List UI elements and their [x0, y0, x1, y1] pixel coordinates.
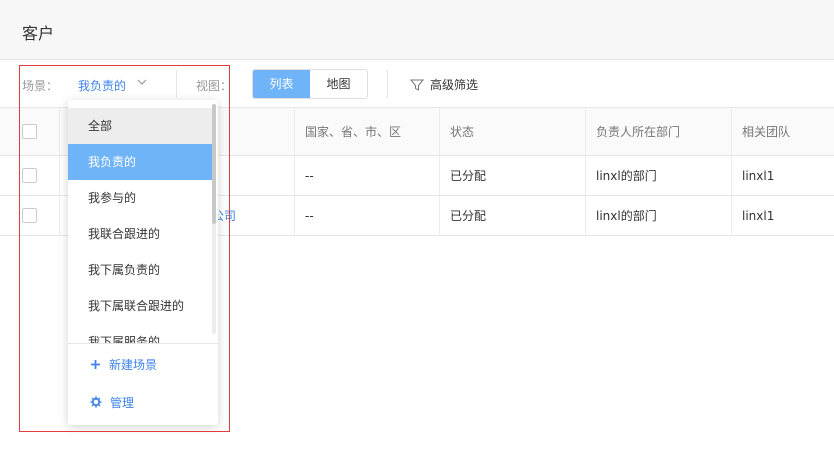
team-cell: linxl1: [742, 208, 775, 223]
divider: [387, 70, 388, 98]
scene-select-value: 我负责的: [78, 79, 127, 93]
filter-icon: [410, 79, 424, 91]
status-cell: 已分配: [440, 156, 586, 195]
scene-option[interactable]: 我联合跟进的: [68, 216, 212, 252]
dept-cell: linxl的部门: [586, 196, 732, 235]
column-header[interactable]: 相关团队: [732, 108, 834, 155]
status-cell: 已分配: [440, 196, 586, 235]
scene-option[interactable]: 我参与的: [68, 180, 212, 216]
row-checkbox-cell: [0, 196, 60, 235]
view-toggle: 列表 地图: [252, 69, 368, 99]
advanced-filter-button[interactable]: 高级筛选: [410, 76, 478, 93]
customer-page: 客户 场景： 我负责的 视图： 列表 地图 高级筛选 国家、省、市、区 状态 负…: [0, 0, 834, 451]
new-scene-label: 新建场景: [109, 357, 158, 372]
new-scene-button[interactable]: 新建场景: [68, 346, 218, 382]
select-all-checkbox[interactable]: [22, 124, 37, 139]
view-map-button[interactable]: 地图: [310, 70, 367, 98]
page-title: 客户: [22, 24, 55, 43]
view-label: 视图：: [196, 79, 233, 93]
scene-option[interactable]: 我下属联合跟进的: [68, 288, 212, 324]
dropdown-scrollbar[interactable]: [212, 104, 216, 334]
scrollbar-thumb[interactable]: [212, 104, 216, 224]
manage-button[interactable]: 管理: [68, 384, 218, 420]
chevron-down-icon: [137, 79, 147, 85]
column-header[interactable]: 国家、省、市、区: [295, 108, 440, 155]
plus-icon: [91, 359, 100, 369]
manage-label: 管理: [110, 395, 135, 410]
row-checkbox-cell: [0, 156, 60, 195]
team-cell: linxl1: [742, 168, 775, 183]
column-header[interactable]: 负责人所在部门: [586, 108, 732, 155]
column-header[interactable]: 状态: [440, 108, 586, 155]
scene-option-selected[interactable]: 我负责的: [68, 144, 212, 180]
scene-select[interactable]: 我负责的: [68, 70, 156, 98]
gear-icon: [90, 396, 102, 408]
row-checkbox[interactable]: [22, 208, 37, 223]
view-list-button[interactable]: 列表: [253, 70, 310, 98]
scene-list: 全部 我负责的 我参与的 我联合跟进的 我下属负责的 我下属联合跟进的 我下属服…: [68, 100, 212, 343]
scene-label: 场景：: [22, 79, 59, 93]
divider: [176, 70, 177, 98]
filter-label: 高级筛选: [430, 78, 479, 92]
page-header: 客户: [0, 0, 834, 60]
row-checkbox[interactable]: [22, 168, 37, 183]
region-cell: --: [295, 196, 440, 235]
region-cell: --: [295, 156, 440, 195]
scene-option[interactable]: 我下属负责的: [68, 252, 212, 288]
scene-option[interactable]: 全部: [68, 108, 212, 144]
scene-dropdown: 全部 我负责的 我参与的 我联合跟进的 我下属负责的 我下属联合跟进的 我下属服…: [68, 100, 218, 425]
scene-option[interactable]: 我下属服务的: [68, 324, 212, 343]
dropdown-footer: 新建场景 管理: [68, 343, 218, 425]
header-checkbox-cell: [0, 108, 60, 155]
dept-cell: linxl的部门: [586, 156, 732, 195]
